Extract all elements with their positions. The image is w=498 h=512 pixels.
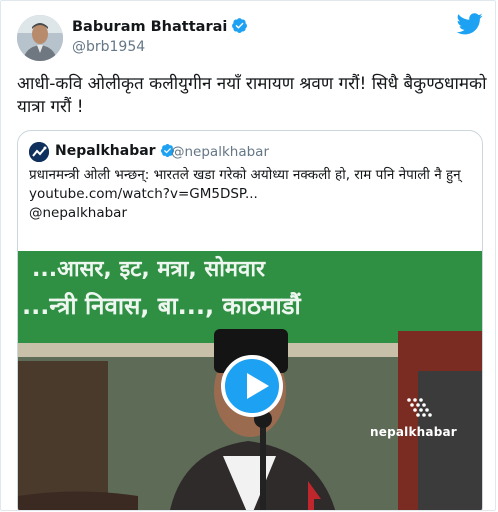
tweet-text: आधी-कवि ओलीकृत कलीयुगीन नयाँ रामायण श्रव… [17,74,487,117]
author-name-text[interactable]: Baburam Bhattarai [72,19,227,35]
video-banner-line-2: ...न्त्री निवास, बा..., काठमाडौं [22,292,301,320]
quoted-author-handle[interactable]: @nepalkhabar [171,144,269,160]
play-button[interactable] [221,355,283,417]
quoted-avatar[interactable] [29,142,49,162]
author-handle[interactable]: @brb1954 [72,39,145,55]
quoted-tweet-body: प्रधानमन्त्री ओली भन्छन्: भारतले खडा गरे… [29,167,461,183]
verified-badge-icon [231,17,248,38]
quoted-tweet-link[interactable]: youtube.com/watch?v=GM5DSP... [29,185,469,204]
author-name[interactable]: Baburam Bhattarai [72,17,248,38]
quoted-tweet[interactable]: Nepalkhabar @nepalkhabar प्रधानमन्त्री ओ… [17,130,483,510]
twitter-bird-icon[interactable] [456,13,483,39]
avatar[interactable] [17,15,63,61]
play-icon[interactable] [247,373,269,399]
quoted-author-name-text[interactable]: Nepalkhabar [55,143,156,159]
quoted-tweet-mention[interactable]: @nepalkhabar [29,204,469,223]
video-banner-line-1: ...आसर, इट, मत्रा, सोमवार [32,257,266,282]
quoted-tweet-text: प्रधानमन्त्री ओली भन्छन्: भारतले खडा गरे… [29,166,469,223]
video-watermark: nepalkhabar [370,425,457,439]
quoted-author-name[interactable]: Nepalkhabar [55,143,175,162]
watermark-logo-icon [406,397,432,423]
tweet-card: Baburam Bhattarai @brb1954 आधी-कवि ओलीकृ… [0,0,496,511]
